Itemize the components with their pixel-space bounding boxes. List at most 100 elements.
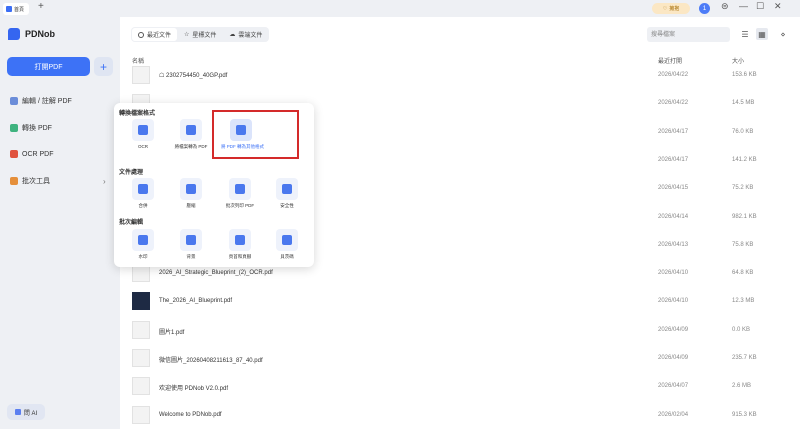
- file-row[interactable]: 微信圖片_20260408211613_87_40.pdf 2026/04/09 2…: [132, 345, 782, 372]
- background-icon: [186, 235, 196, 245]
- file-size: 982.1 KB: [732, 213, 757, 220]
- convert-icon: [10, 124, 18, 132]
- pdnob-logo-icon: [8, 28, 20, 40]
- sidebar-item-label: OCR PDF: [22, 150, 54, 158]
- sidebar-item-batch-tools[interactable]: 批次工具 ›: [10, 176, 110, 186]
- maximize-button[interactable]: ☐: [756, 1, 764, 12]
- tool-batch-print[interactable]: 批次列印 PDF: [220, 178, 260, 209]
- edit-icon: [10, 97, 18, 105]
- open-pdf-button[interactable]: 打開PDF: [7, 57, 90, 76]
- close-button[interactable]: ✕: [774, 1, 782, 12]
- tool-bates[interactable]: 貝茨碼: [267, 229, 307, 260]
- section-title: 文件處理: [119, 170, 144, 176]
- tool-label: 批次列印 PDF: [225, 203, 255, 208]
- file-name: Welcome to PDNob.pdf: [159, 411, 222, 418]
- sidebar: PDNob 打開PDF + 編輯 / 註解 PDF 轉換 PDF OCR PDF…: [0, 17, 120, 429]
- file-size: 2.6 MB: [732, 383, 752, 390]
- tool-label: 合併: [138, 203, 148, 208]
- more-icon[interactable]: ⋄: [777, 28, 789, 40]
- file-row[interactable]: Welcome to PDNob.pdf 2026/02/04 915.3 KB: [132, 402, 782, 429]
- file-row[interactable]: 圖片1.pdf 2026/04/09 0.0 KB: [132, 317, 782, 344]
- bates-icon: [282, 235, 292, 245]
- tool-merge[interactable]: 合併: [123, 178, 163, 209]
- star-icon: ☆: [184, 32, 190, 38]
- file-name: 圖片1.pdf: [159, 329, 185, 336]
- clock-icon: [138, 31, 144, 38]
- user-avatar[interactable]: 1: [699, 3, 710, 14]
- file-row[interactable]: ☖ 2302754450_40GP.pdf 2026/04/22 153.6 KB: [132, 62, 782, 89]
- tool-label: 將檔案轉為 PDF: [174, 144, 208, 149]
- app-logo: PDNob: [8, 28, 55, 40]
- ocr-icon: [10, 150, 18, 158]
- file-thumbnail: [132, 292, 150, 311]
- file-date: 2026/04/09: [658, 355, 689, 361]
- file-name: 微信圖片_20260408211613_87_40.pdf: [159, 358, 263, 364]
- search-input[interactable]: [647, 27, 730, 42]
- watermark-icon: [138, 235, 148, 245]
- tool-header-footer[interactable]: 頁首和頁腳: [220, 229, 260, 260]
- new-tab-button[interactable]: +: [38, 1, 44, 12]
- file-date: 2026/02/04: [658, 411, 689, 418]
- tool-file-to-pdf[interactable]: 將檔案轉為 PDF: [171, 119, 211, 150]
- sidebar-item-label: 編輯 / 註解 PDF: [22, 98, 72, 105]
- batch-icon: [10, 177, 18, 185]
- file-date: 2026/04/07: [658, 383, 689, 390]
- vip-label: 擁抱: [669, 6, 680, 12]
- file-date: 2026/04/15: [658, 185, 689, 192]
- file-size: 0.0 KB: [732, 326, 751, 333]
- file-row[interactable]: 欢迎使用 PDNob V2.0.pdf 2026/04/07 2.6 MB: [132, 373, 782, 400]
- print-icon: [235, 184, 245, 194]
- heart-icon: ♡: [662, 5, 668, 12]
- minimize-button[interactable]: —: [739, 1, 748, 11]
- cloud-icon: ☁: [229, 32, 236, 38]
- list-view-icon[interactable]: ☰: [739, 28, 751, 40]
- tab-home[interactable]: 首頁: [3, 3, 30, 15]
- section-title: 批次編輯: [119, 220, 144, 226]
- sidebar-item-label: 批次工具: [22, 178, 50, 185]
- section-title: 轉換檔案格式: [119, 111, 156, 117]
- file-thumbnail: [132, 320, 150, 339]
- sidebar-item-convert[interactable]: 轉換 PDF: [10, 123, 110, 133]
- tab-home-label: 首頁: [14, 6, 25, 13]
- file-name: 欢迎使用 PDNob V2.0.pdf: [159, 386, 229, 393]
- tool-label: 安全性: [280, 203, 294, 208]
- header-footer-icon: [235, 235, 245, 245]
- tab-label: 雲端文件: [238, 33, 263, 39]
- sidebar-item-edit-annotate[interactable]: 編輯 / 註解 PDF: [10, 96, 110, 106]
- tool-ocr[interactable]: OCR: [123, 119, 163, 149]
- tool-label: 水印: [138, 254, 148, 259]
- title-bar: 首頁 + ♡ 擁抱 1 ⊜ — ☐ ✕: [0, 0, 800, 17]
- file-name: The_2026_AI_Blueprint.pdf: [159, 298, 233, 305]
- grid-view-icon[interactable]: ▦: [756, 28, 768, 40]
- file-size: 75.8 KB: [732, 241, 754, 248]
- merge-icon: [138, 184, 148, 194]
- ask-ai-button[interactable]: 問 AI: [7, 404, 45, 420]
- tab-cloud[interactable]: ☁ 雲端文件: [223, 28, 268, 41]
- tab-recent[interactable]: 最近文件: [132, 28, 178, 41]
- file-thumbnail: [132, 66, 150, 84]
- settings-icon[interactable]: ⊜: [721, 1, 729, 12]
- tool-compress[interactable]: 壓縮: [171, 178, 211, 209]
- vip-button[interactable]: ♡ 擁抱: [652, 3, 690, 14]
- tool-background[interactable]: 背景: [171, 229, 211, 260]
- tool-watermark[interactable]: 水印: [123, 229, 163, 260]
- file-size: 141.2 KB: [732, 156, 757, 163]
- ai-icon: [14, 409, 21, 415]
- tool-security[interactable]: 安全性: [267, 178, 307, 209]
- file-thumbnail: [132, 377, 150, 396]
- file-date: 2026/04/17: [658, 128, 689, 135]
- file-row[interactable]: The_2026_AI_Blueprint.pdf 2026/04/10 12.3 …: [132, 288, 782, 315]
- file-name: ☖ 2302754450_40GP.pdf: [159, 73, 228, 79]
- tab-label: 最近文件: [147, 33, 172, 39]
- tab-starred[interactable]: ☆ 星標文件: [178, 28, 222, 41]
- add-button[interactable]: +: [94, 57, 113, 76]
- tool-label: 背景: [186, 254, 196, 259]
- compress-icon: [186, 184, 196, 194]
- sidebar-item-ocr[interactable]: OCR PDF: [10, 150, 110, 158]
- tab-label: 星標文件: [192, 33, 217, 39]
- file-size: 153.6 KB: [732, 72, 757, 78]
- file-name: 2026_AI_Strategic_Blueprint_(2)_OCR.pdf: [159, 270, 273, 277]
- file-size: 915.3 KB: [732, 411, 757, 418]
- file-date: 2026/04/17: [658, 156, 689, 163]
- file-date: 2026/04/22: [658, 72, 689, 78]
